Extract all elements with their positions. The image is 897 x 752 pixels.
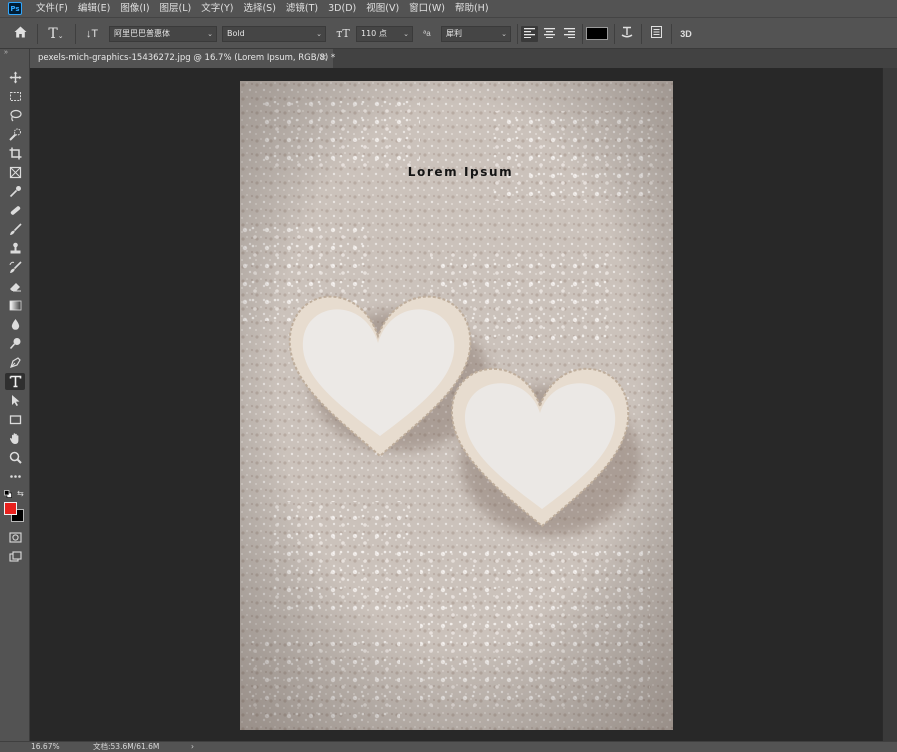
history-brush-tool-icon[interactable]: [5, 259, 25, 276]
type-tool-icon[interactable]: [5, 373, 25, 390]
text-color-swatch[interactable]: [586, 27, 608, 40]
swap-colors-icon[interactable]: ⇆: [17, 489, 25, 498]
font-size-icon: ᴛT: [336, 27, 350, 40]
zoom-level-field[interactable]: 16.67%: [31, 742, 71, 752]
menu-help[interactable]: 帮助(H): [450, 0, 494, 17]
eyedropper-tool-icon[interactable]: [5, 183, 25, 200]
document-size-info: 文档:53.6M/61.6M: [93, 742, 160, 751]
document-canvas[interactable]: Lorem Ipsum: [240, 81, 673, 730]
dodge-tool-icon[interactable]: [5, 335, 25, 352]
menu-bar: Ps 文件(F) 编辑(E) 图像(I) 图层(L) 文字(Y) 选择(S) 滤…: [0, 0, 897, 17]
align-right-icon[interactable]: [561, 26, 578, 42]
align-left-icon[interactable]: [521, 26, 538, 42]
rectangle-tool-icon[interactable]: [5, 411, 25, 428]
toggle-text-orientation-icon[interactable]: ↓T: [82, 26, 102, 42]
gradient-tool-icon[interactable]: [5, 297, 25, 314]
clone-stamp-tool-icon[interactable]: [5, 240, 25, 257]
home-icon[interactable]: [10, 26, 30, 42]
document-tab[interactable]: pexels-mich-graphics-15436272.jpg @ 16.7…: [30, 49, 336, 68]
font-style-select[interactable]: Bold ⌄: [222, 26, 326, 42]
close-tab-icon[interactable]: ×: [319, 49, 327, 68]
status-menu-arrow-icon[interactable]: ›: [191, 742, 194, 752]
foreground-color-swatch[interactable]: [4, 502, 17, 515]
warp-text-icon[interactable]: [619, 26, 635, 43]
menu-edit[interactable]: 编辑(E): [73, 0, 115, 17]
marquee-tool-icon[interactable]: [5, 88, 25, 105]
path-select-tool-icon[interactable]: [5, 392, 25, 409]
menu-select[interactable]: 选择(S): [238, 0, 280, 17]
menu-layer[interactable]: 图层(L): [155, 0, 197, 17]
options-bar: T⌄ ↓T 阿里巴巴普惠体 ⌄ Bold ⌄ ᴛT 110 点 ⌄ ªa 犀利 ⌄ 3D: [0, 17, 897, 49]
crop-tool-icon[interactable]: [5, 145, 25, 162]
blur-tool-icon[interactable]: [5, 316, 25, 333]
menu-filter[interactable]: 滤镜(T): [281, 0, 323, 17]
menu-type[interactable]: 文字(Y): [196, 0, 238, 17]
move-tool-icon[interactable]: [5, 69, 25, 86]
antialias-icon: ªa: [423, 29, 431, 38]
font-size-select[interactable]: 110 点 ⌄: [356, 26, 413, 42]
document-tab-bar: pexels-mich-graphics-15436272.jpg @ 16.7…: [30, 49, 897, 68]
menu-view[interactable]: 视图(V): [361, 0, 404, 17]
healing-brush-tool-icon[interactable]: [5, 202, 25, 219]
character-panel-icon[interactable]: [648, 26, 664, 42]
menu-window[interactable]: 窗口(W): [404, 0, 450, 17]
quick-mask-icon[interactable]: [5, 529, 25, 546]
collapse-toolbox-icon[interactable]: »: [4, 49, 8, 56]
screen-mode-icon[interactable]: [5, 548, 25, 565]
antialias-select[interactable]: 犀利 ⌄: [441, 26, 511, 42]
frame-tool-icon[interactable]: [5, 164, 25, 181]
hand-tool-icon[interactable]: [5, 430, 25, 447]
menu-file[interactable]: 文件(F): [31, 0, 73, 17]
brush-tool-icon[interactable]: [5, 221, 25, 238]
canvas-text-layer[interactable]: Lorem Ipsum: [240, 165, 673, 179]
font-family-select[interactable]: 阿里巴巴普惠体 ⌄: [109, 26, 217, 42]
3d-text-button[interactable]: 3D: [677, 26, 695, 42]
lasso-tool-icon[interactable]: [5, 107, 25, 124]
photoshop-logo-icon: Ps: [8, 2, 22, 15]
zoom-tool-icon[interactable]: [5, 449, 25, 466]
align-center-icon[interactable]: [541, 26, 558, 42]
default-colors-icon[interactable]: [4, 490, 12, 498]
pen-tool-icon[interactable]: [5, 354, 25, 371]
menu-image[interactable]: 图像(I): [115, 0, 154, 17]
menu-3d[interactable]: 3D(D): [323, 0, 361, 17]
eraser-tool-icon[interactable]: [5, 278, 25, 295]
type-tool-preset-icon[interactable]: T⌄: [44, 26, 68, 44]
quick-select-tool-icon[interactable]: [5, 126, 25, 143]
document-tab-title: pexels-mich-graphics-15436272.jpg @ 16.7…: [38, 53, 336, 63]
toolbox: » ⇆: [0, 49, 30, 741]
status-bar: 16.67% 文档:53.6M/61.6M ›: [0, 741, 897, 752]
more-tools-icon[interactable]: [5, 468, 25, 485]
vertical-scrollbar[interactable]: [882, 68, 897, 741]
